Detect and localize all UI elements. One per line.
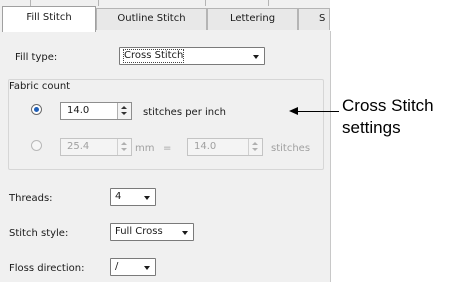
mm-unit-label: mm bbox=[135, 143, 155, 154]
tab-row-divider bbox=[98, 0, 99, 6]
mm-value: 25.4 bbox=[67, 141, 90, 152]
callout-text: Cross Stitch settings bbox=[342, 95, 452, 139]
fill-type-value: Cross Stitch bbox=[122, 49, 185, 63]
threads-label: Threads: bbox=[9, 193, 53, 204]
spin-buttons[interactable] bbox=[117, 103, 131, 119]
arrow-left-icon bbox=[289, 107, 298, 115]
callout-line-2: settings bbox=[342, 118, 401, 137]
equals-label: = bbox=[163, 143, 172, 154]
floss-direction-value: / bbox=[115, 261, 119, 272]
spin-buttons[interactable] bbox=[117, 139, 131, 155]
tab-strip: Fill Stitch Outline Stitch Lettering S bbox=[0, 0, 330, 32]
spin-down-icon bbox=[121, 148, 127, 151]
spin-buttons[interactable] bbox=[248, 139, 262, 155]
fabric-count-group bbox=[8, 79, 324, 170]
tab-row-divider bbox=[268, 0, 269, 6]
stitch-style-value: Full Cross bbox=[115, 226, 163, 237]
metric-stitches-label: stitches bbox=[271, 143, 311, 154]
chevron-down-icon bbox=[144, 196, 150, 200]
spin-down-icon bbox=[252, 148, 258, 151]
chevron-down-icon bbox=[144, 266, 150, 270]
tab-outline-stitch[interactable]: Outline Stitch bbox=[96, 8, 207, 30]
floss-direction-label: Floss direction: bbox=[9, 263, 85, 274]
per-inch-radio[interactable] bbox=[31, 104, 42, 115]
metric-radio[interactable] bbox=[31, 140, 42, 151]
spin-down-icon bbox=[121, 112, 127, 115]
mm-input[interactable]: 25.4 bbox=[60, 138, 132, 156]
spin-up-icon bbox=[121, 142, 127, 145]
spin-up-icon bbox=[121, 106, 127, 109]
tab-lettering[interactable]: Lettering bbox=[207, 8, 298, 30]
stitches-per-inch-label: stitches per inch bbox=[143, 107, 226, 118]
metric-stitches-value: 14.0 bbox=[194, 141, 217, 152]
tab-fill-stitch[interactable]: Fill Stitch bbox=[2, 6, 96, 32]
chevron-down-icon bbox=[182, 231, 188, 235]
floss-direction-select[interactable]: / bbox=[110, 258, 156, 276]
chevron-down-icon bbox=[253, 55, 259, 59]
threads-select[interactable]: 4 bbox=[110, 188, 156, 206]
fabric-count-title: Fabric count bbox=[9, 81, 71, 92]
threads-value: 4 bbox=[115, 191, 122, 202]
callout-line-1: Cross Stitch bbox=[342, 96, 434, 115]
metric-stitches-input[interactable]: 14.0 bbox=[187, 138, 263, 156]
callout-line bbox=[297, 111, 339, 112]
stitches-per-inch-value: 14.0 bbox=[67, 105, 90, 116]
tab-row-divider bbox=[205, 0, 206, 6]
fill-type-select[interactable]: Cross Stitch bbox=[119, 47, 265, 65]
stitch-style-label: Stitch style: bbox=[9, 228, 69, 239]
fill-type-label: Fill type: bbox=[15, 52, 58, 63]
tab-partial[interactable]: S bbox=[298, 8, 330, 30]
stitches-per-inch-input[interactable]: 14.0 bbox=[60, 102, 132, 120]
spin-up-icon bbox=[252, 142, 258, 145]
stitch-style-select[interactable]: Full Cross bbox=[110, 223, 194, 241]
